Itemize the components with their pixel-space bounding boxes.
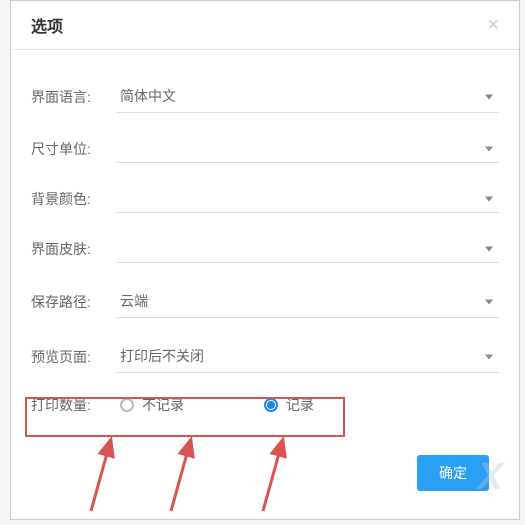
row-preview: 预览页面: 打印后不关闭 xyxy=(31,340,499,373)
confirm-button[interactable]: 确定 xyxy=(417,455,489,491)
row-language: 界面语言: 简体中文 xyxy=(31,80,499,113)
close-icon[interactable]: × xyxy=(487,15,499,35)
label-language: 界面语言: xyxy=(31,87,116,107)
select-preview[interactable]: 打印后不关闭 xyxy=(116,340,499,373)
row-printcount: 打印数量: 不记录 记录 xyxy=(31,395,499,415)
caret-down-icon xyxy=(485,147,493,152)
dialog-title: 选项 xyxy=(31,13,63,37)
caret-down-icon xyxy=(485,354,493,359)
label-printcount: 打印数量: xyxy=(31,395,116,415)
select-unit-value xyxy=(116,135,499,163)
select-language[interactable]: 简体中文 xyxy=(116,80,499,113)
select-language-value: 简体中文 xyxy=(116,80,499,113)
select-preview-value: 打印后不关闭 xyxy=(116,340,499,373)
dialog-body: 界面语言: 简体中文 尺寸单位: 背景颜色: 界面皮肤: xyxy=(11,50,519,447)
select-skin-value xyxy=(116,235,499,263)
row-skin: 界面皮肤: xyxy=(31,235,499,263)
radio-record[interactable]: 记录 xyxy=(264,395,314,415)
select-skin[interactable] xyxy=(116,235,499,263)
radio-group-printcount: 不记录 记录 xyxy=(116,395,314,415)
select-bgcolor-value xyxy=(116,185,499,213)
dialog-header: 选项 × xyxy=(11,1,519,50)
radio-no-record-label: 不记录 xyxy=(142,395,184,415)
caret-down-icon xyxy=(485,197,493,202)
row-savepath: 保存路径: 云端 xyxy=(31,285,499,318)
caret-down-icon xyxy=(485,299,493,304)
select-bgcolor[interactable] xyxy=(116,185,499,213)
row-bgcolor: 背景颜色: xyxy=(31,185,499,213)
caret-down-icon xyxy=(485,94,493,99)
row-unit: 尺寸单位: xyxy=(31,135,499,163)
caret-down-icon xyxy=(485,247,493,252)
radio-record-label: 记录 xyxy=(286,395,314,415)
radio-no-record[interactable]: 不记录 xyxy=(120,395,184,415)
select-savepath-value: 云端 xyxy=(116,285,499,318)
label-bgcolor: 背景颜色: xyxy=(31,189,116,209)
label-skin: 界面皮肤: xyxy=(31,239,116,259)
radio-icon xyxy=(120,398,134,412)
label-preview: 预览页面: xyxy=(31,347,116,367)
select-savepath[interactable]: 云端 xyxy=(116,285,499,318)
label-savepath: 保存路径: xyxy=(31,292,116,312)
select-unit[interactable] xyxy=(116,135,499,163)
label-unit: 尺寸单位: xyxy=(31,139,116,159)
radio-icon-selected xyxy=(264,398,278,412)
options-dialog: 选项 × 界面语言: 简体中文 尺寸单位: 背景颜色: 界面皮 xyxy=(10,0,520,520)
